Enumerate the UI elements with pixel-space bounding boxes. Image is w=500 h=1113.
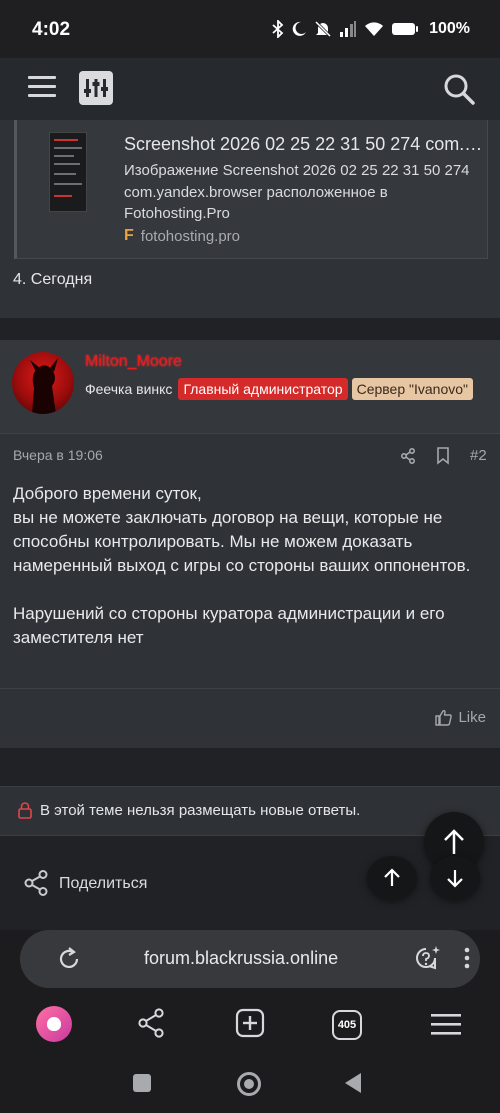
bookmark-icon[interactable] bbox=[436, 447, 450, 465]
alice-icon bbox=[47, 1017, 61, 1031]
share-icon bbox=[24, 870, 48, 896]
post: Milton_Moore Феечка винкс Главный админи… bbox=[0, 340, 500, 748]
embed-description: Изображение Screenshot 2026 02 25 22 31 … bbox=[124, 162, 470, 222]
search-icon bbox=[444, 74, 475, 105]
system-navigation-bar bbox=[0, 1058, 500, 1113]
avatar-image bbox=[30, 358, 58, 414]
embed-title[interactable]: Screenshot 2026 02 25 22 31 50 274 com.y… bbox=[124, 134, 484, 155]
url-field[interactable]: forum.blackrussia.online bbox=[20, 930, 480, 988]
post-meta: Вчера в 19:06 #2 bbox=[0, 434, 500, 474]
new-tab-icon[interactable] bbox=[235, 1008, 265, 1038]
battery-percent: 100% bbox=[429, 20, 470, 37]
browser-bottom-nav: 405 bbox=[0, 990, 500, 1058]
share-thread-button[interactable]: Поделиться bbox=[0, 860, 500, 912]
embed-source-domain: fotohosting.pro bbox=[140, 227, 241, 245]
user-title-row: Феечка винкс Главный администратор Серве… bbox=[85, 378, 473, 400]
forum-top-bar bbox=[0, 58, 500, 120]
lock-icon bbox=[18, 802, 32, 819]
browser-address-bar: forum.blackrussia.online bbox=[0, 930, 500, 990]
thread-locked-notice: В этой теме нельзя размещать новые ответ… bbox=[0, 786, 500, 836]
post-body-line: Доброго времени суток, bbox=[13, 484, 202, 503]
forum-logo[interactable] bbox=[79, 71, 113, 105]
battery-icon bbox=[392, 23, 419, 35]
user-title: Феечка винкс bbox=[85, 381, 173, 397]
url-text[interactable]: forum.blackrussia.online bbox=[144, 948, 338, 969]
alice-assistant-button[interactable] bbox=[36, 1006, 72, 1042]
status-time: 4:02 bbox=[32, 19, 71, 40]
post-author-bar: Milton_Moore Феечка винкс Главный админи… bbox=[0, 340, 500, 434]
share-label: Поделиться bbox=[59, 875, 148, 892]
thread-content: Screenshot 2026 02 25 22 31 50 274 com.y… bbox=[0, 120, 500, 930]
post-footer: Like bbox=[0, 688, 500, 748]
share-icon[interactable] bbox=[400, 448, 416, 464]
post-body: Доброго времени суток, вы не можете закл… bbox=[13, 482, 483, 650]
previous-post: Screenshot 2026 02 25 22 31 50 274 com.y… bbox=[0, 120, 500, 318]
arrow-up-icon bbox=[444, 829, 464, 854]
more-vertical-icon[interactable] bbox=[464, 946, 470, 970]
link-embed-card[interactable]: Screenshot 2026 02 25 22 31 50 274 com.y… bbox=[14, 120, 488, 259]
hamburger-menu-icon[interactable] bbox=[431, 1012, 461, 1036]
share-icon[interactable] bbox=[137, 1008, 165, 1038]
post-body-line: Нарушений со стороны куратора администра… bbox=[13, 604, 445, 647]
embed-source: F fotohosting.pro bbox=[124, 227, 240, 245]
menu-icon bbox=[28, 76, 56, 79]
like-button[interactable]: Like bbox=[435, 709, 486, 726]
avatar[interactable] bbox=[12, 352, 74, 414]
arrow-down-icon bbox=[447, 870, 463, 888]
bluetooth-icon bbox=[272, 20, 284, 38]
arrow-up-icon bbox=[384, 868, 400, 886]
like-label: Like bbox=[458, 709, 486, 726]
wifi-icon bbox=[365, 22, 384, 36]
home-button[interactable] bbox=[237, 1072, 261, 1096]
menu-button[interactable] bbox=[28, 76, 56, 98]
server-badge: Сервер "Ivanovo" bbox=[351, 378, 473, 400]
reload-icon[interactable] bbox=[56, 946, 82, 972]
fotohosting-icon: F bbox=[124, 227, 134, 244]
assistant-icon[interactable] bbox=[414, 944, 442, 974]
status-icons: 100% bbox=[272, 20, 470, 38]
tabs-count-button[interactable]: 405 bbox=[332, 1010, 362, 1040]
locked-notice-text: В этой теме нельзя размещать новые ответ… bbox=[40, 802, 361, 819]
do-not-disturb-icon bbox=[292, 21, 307, 36]
previous-post-text: 4. Сегодня bbox=[13, 271, 93, 288]
post-username[interactable]: Milton_Moore bbox=[85, 353, 182, 371]
recent-apps-button[interactable] bbox=[133, 1074, 151, 1092]
muted-bell-icon bbox=[315, 20, 332, 38]
equalizer-icon bbox=[84, 79, 108, 97]
post-date[interactable]: Вчера в 19:06 bbox=[13, 447, 103, 463]
scroll-down-button[interactable] bbox=[430, 856, 480, 900]
post-body-line: вы не можете заключать договор на вещи, … bbox=[13, 508, 471, 575]
thumbs-up-icon bbox=[435, 709, 453, 726]
status-bar: 4:02 100% bbox=[0, 0, 500, 58]
post-number[interactable]: #2 bbox=[470, 447, 487, 464]
back-button[interactable] bbox=[345, 1073, 361, 1093]
admin-badge: Главный администратор bbox=[178, 378, 348, 400]
embed-thumbnail bbox=[49, 132, 87, 212]
scroll-up-button[interactable] bbox=[367, 856, 417, 900]
search-button[interactable] bbox=[441, 71, 477, 107]
signal-icon bbox=[340, 21, 357, 37]
